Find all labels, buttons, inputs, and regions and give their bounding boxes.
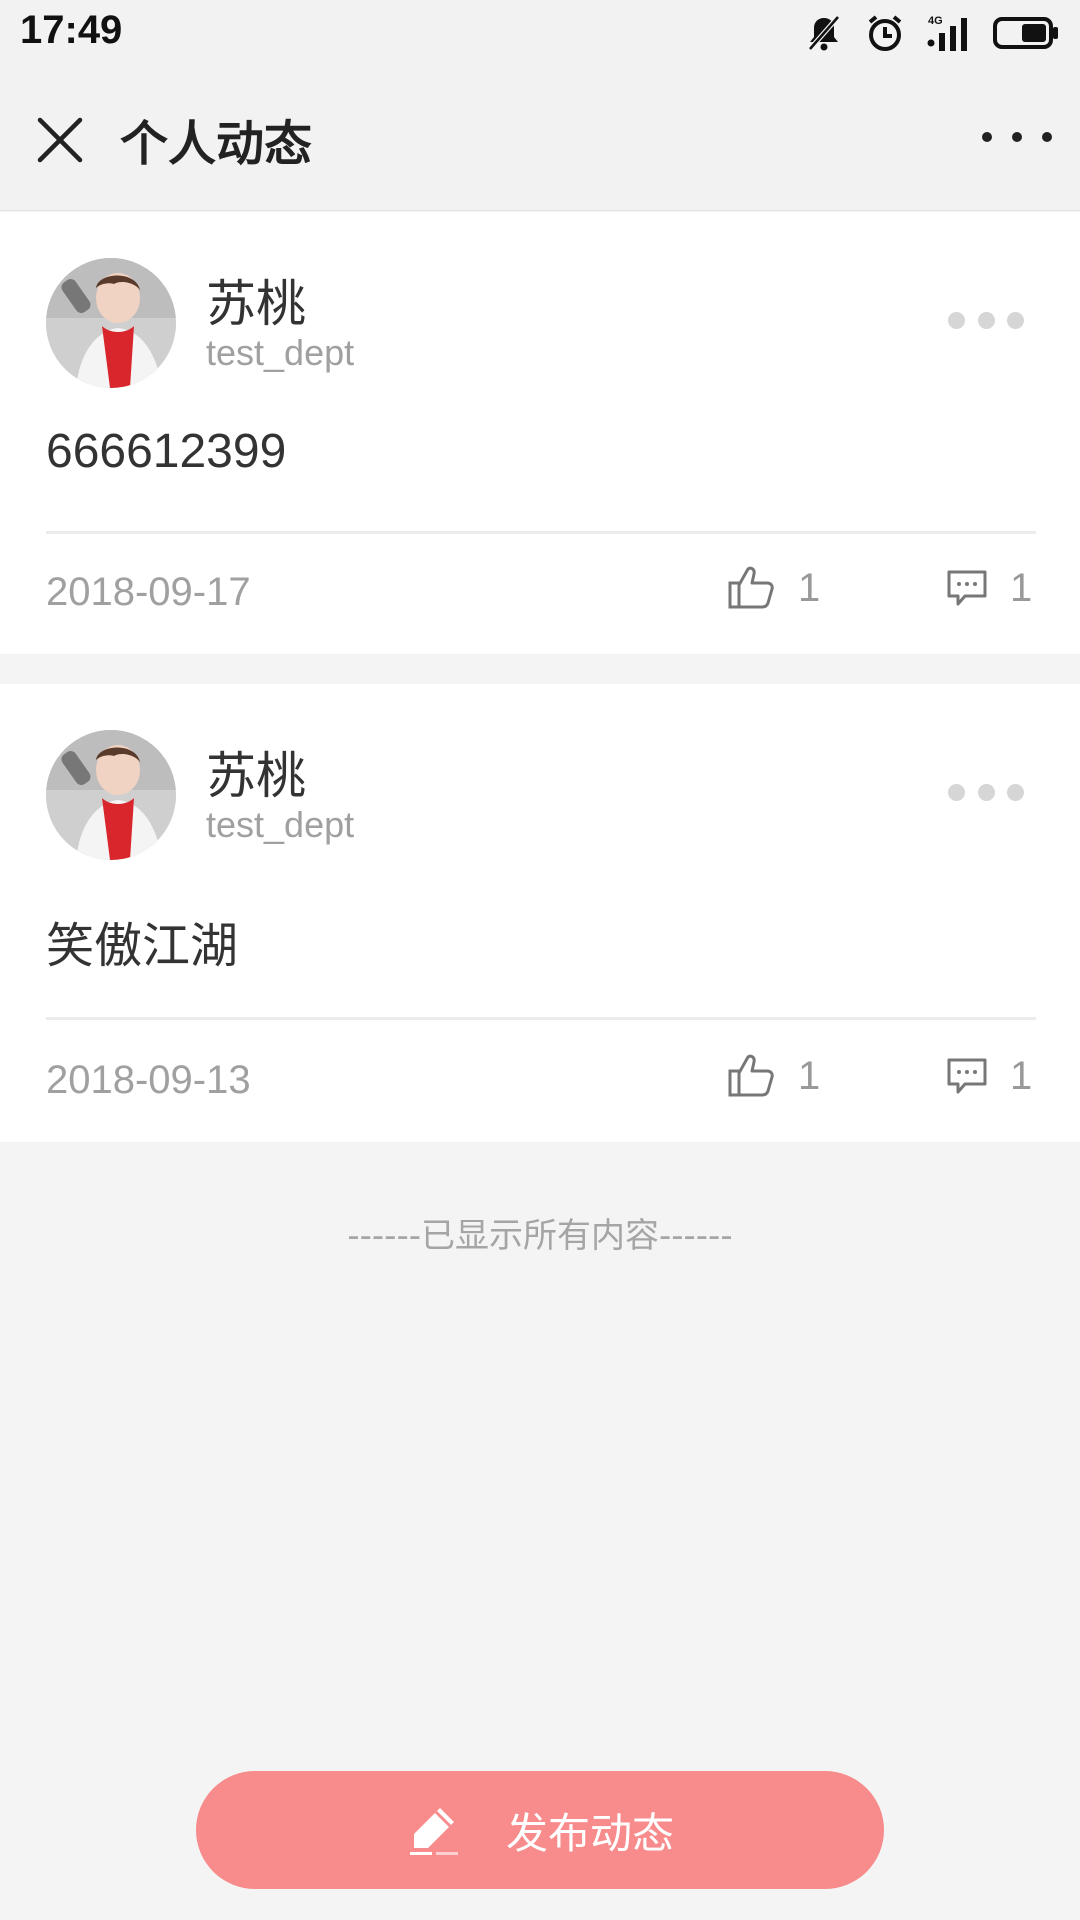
comment-count: 1: [1010, 1053, 1033, 1098]
post-content[interactable]: 666612399: [46, 424, 286, 479]
user-dept: test_dept: [206, 804, 355, 845]
pencil-icon: [409, 1808, 458, 1855]
title-bar: 个人动态: [0, 66, 1080, 211]
mute-bell-icon: [804, 13, 844, 53]
more-icon-dot: [982, 132, 992, 142]
signal-icon: 4G: [926, 13, 972, 53]
network-label: 4G: [928, 15, 943, 27]
more-icon-dot: [1012, 132, 1022, 142]
status-icons: 4G: [804, 10, 1060, 56]
thumbs-up-icon: [728, 566, 774, 609]
post-content[interactable]: 笑傲江湖: [46, 906, 238, 976]
post-date: 2018-09-17: [46, 570, 251, 614]
comment-icon: [947, 1058, 987, 1094]
avatar-image: [46, 730, 176, 860]
avatar-image: [46, 258, 176, 388]
user-name[interactable]: 苏桃: [206, 264, 306, 336]
more-button[interactable]: [982, 112, 1052, 162]
comment-icon: [947, 570, 987, 606]
like-count: 1: [798, 565, 821, 610]
more-icon-dot: [1042, 132, 1052, 142]
post-menu-dot: [977, 311, 995, 329]
comment-button[interactable]: 1: [946, 1046, 1032, 1106]
like-count: 1: [798, 1053, 821, 1098]
post-footer: 2018-09-17 1 1: [0, 552, 1080, 632]
user-dept: test_dept: [206, 332, 355, 373]
like-button[interactable]: 1: [728, 558, 820, 618]
post-card: 苏桃 test_dept 笑傲江湖 2018-09-13 1 1: [0, 684, 1080, 1142]
thumbs-up-icon: [728, 1054, 774, 1097]
alarm-icon: [864, 12, 906, 54]
page-title: 个人动态: [120, 116, 313, 172]
avatar[interactable]: [46, 258, 176, 388]
comment-button[interactable]: 1: [946, 558, 1032, 618]
status-bar: 17:49 4G: [0, 0, 1080, 66]
divider: [46, 531, 1036, 534]
like-button[interactable]: 1: [728, 1046, 820, 1106]
close-icon: [37, 117, 83, 163]
post-menu-dot: [948, 783, 965, 801]
divider: [46, 1017, 1036, 1020]
battery-icon: [992, 15, 1060, 51]
avatar[interactable]: [46, 730, 176, 860]
comment-count: 1: [1010, 565, 1033, 610]
publish-post-button[interactable]: 发布动态: [196, 1771, 884, 1889]
post-date: 2018-09-13: [46, 1058, 251, 1102]
post-footer: 2018-09-13 1 1: [0, 1040, 1080, 1120]
close-button[interactable]: [30, 110, 90, 170]
post-menu-dot: [948, 311, 965, 329]
post-menu-dot: [977, 783, 995, 801]
status-time: 17:49: [20, 8, 123, 52]
publish-button-label: 发布动态: [505, 1808, 674, 1858]
post-menu-button[interactable]: [948, 310, 1024, 330]
end-of-list-note: ------已显示所有内容------: [347, 1216, 733, 1256]
post-card: 苏桃 test_dept 666612399 2018-09-17 1 1: [0, 212, 1080, 654]
post-menu-button[interactable]: [948, 782, 1024, 802]
user-name[interactable]: 苏桃: [206, 736, 306, 808]
post-menu-dot: [1007, 311, 1024, 329]
post-menu-dot: [1007, 783, 1024, 801]
